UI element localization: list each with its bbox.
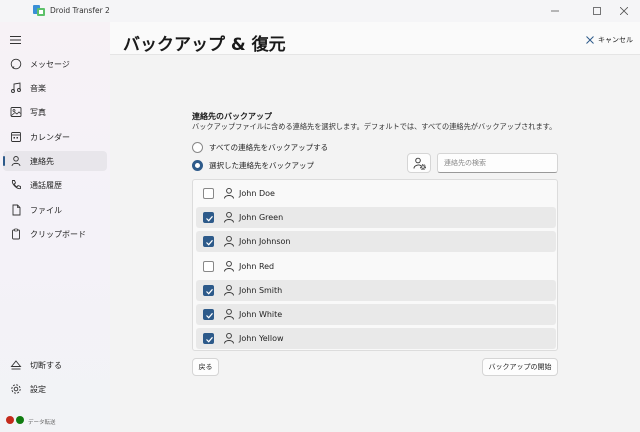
sidebar-item-calendar[interactable]: カレンダー (3, 127, 107, 147)
contact-row[interactable]: John Johnson (196, 231, 556, 252)
radio-button-selected[interactable] (192, 159, 203, 171)
status-dot-green (16, 416, 24, 424)
active-indicator (3, 156, 5, 166)
status-label: データ転送 (28, 420, 56, 426)
contact-name: John Red (239, 262, 275, 271)
minimize-button[interactable] (542, 0, 568, 22)
calendar-icon (11, 132, 21, 142)
sidebar-item-disconnect[interactable]: 切断する (3, 355, 107, 375)
checkmark-icon (206, 312, 213, 319)
contact-checkbox-checked[interactable] (203, 236, 214, 247)
person-icon (224, 211, 234, 223)
phone-icon (11, 180, 21, 190)
radio-backup-selected[interactable]: 選択した連絡先をバックアップ (192, 159, 314, 171)
page-title: バックアップ & 復元 (123, 35, 286, 55)
sidebar-item-label: カレンダー (30, 133, 70, 142)
close-icon (620, 7, 628, 15)
photo-icon (10, 107, 22, 117)
contact-name: John Smith (239, 286, 283, 295)
contact-row[interactable]: John Green (196, 207, 556, 228)
sidebar-item-label: ファイル (30, 206, 62, 215)
sidebar-item-label: 音楽 (30, 84, 46, 93)
hamburger-menu-icon[interactable] (10, 36, 21, 44)
sidebar-item-settings[interactable]: 設定 (3, 379, 107, 399)
contact-checkbox-checked[interactable] (203, 285, 214, 296)
contact-search-input[interactable] (437, 153, 558, 173)
contact-row[interactable]: John Doe (196, 183, 556, 204)
contact-checkbox-checked[interactable] (203, 333, 214, 344)
minimize-icon (551, 10, 559, 12)
sidebar-item-files[interactable]: ファイル (3, 200, 107, 220)
app-logo-icon (33, 5, 45, 16)
status-dot-red (6, 416, 14, 424)
sidebar-item-label: メッセージ (30, 60, 70, 69)
sidebar-item-label: 切断する (30, 361, 62, 370)
radio-label: 選択した連絡先をバックアップ (209, 160, 314, 170)
sidebar-item-music[interactable]: 音楽 (3, 78, 107, 98)
main-content: バックアップ & 復元 キャンセル 連絡先のバックアップ バックアップファイルに… (110, 22, 640, 432)
person-icon (224, 187, 234, 199)
maximize-icon (593, 7, 601, 15)
section-title: 連絡先のバックアップ (192, 112, 272, 121)
contact-checkbox[interactable] (203, 188, 214, 199)
music-icon (11, 82, 21, 93)
person-settings-icon (413, 157, 426, 170)
maximize-button[interactable] (584, 0, 610, 22)
gear-icon (11, 384, 21, 394)
contacts-icon (11, 156, 21, 167)
sidebar-item-label: 設定 (30, 385, 46, 394)
checkmark-icon (206, 215, 213, 222)
checkmark-icon (206, 288, 213, 295)
eject-icon (10, 360, 22, 370)
section-description: バックアップファイルに含める連絡先を選択します。デフォルトでは、すべての連絡先が… (192, 122, 557, 131)
contact-name: John White (239, 310, 283, 319)
contact-name: John Doe (239, 189, 275, 198)
contact-name: John Green (239, 213, 284, 222)
message-icon (10, 58, 22, 70)
sidebar-item-label: 写真 (30, 108, 46, 117)
contact-checkbox-checked[interactable] (203, 212, 214, 223)
sidebar-item-messages[interactable]: メッセージ (3, 54, 107, 74)
sidebar-item-label: 連絡先 (30, 157, 54, 166)
contact-row[interactable]: John Red (196, 256, 556, 277)
person-icon (224, 260, 234, 272)
contact-checkbox-checked[interactable] (203, 309, 214, 320)
contact-name: John Johnson (239, 237, 291, 246)
person-icon (224, 235, 234, 247)
sidebar: メッセージ 音楽 写真 カレンダー 連絡先 通話履歴 ファイル クリップボード … (0, 22, 110, 432)
sidebar-item-label: 通話履歴 (30, 181, 62, 190)
clipboard-icon (12, 228, 20, 240)
person-icon (224, 332, 234, 344)
contact-row[interactable]: John Smith (196, 280, 556, 301)
contact-name: John Yellow (239, 334, 284, 343)
radio-button[interactable] (192, 141, 203, 153)
sidebar-item-contacts[interactable]: 連絡先 (3, 151, 107, 171)
close-window-button[interactable] (611, 0, 637, 22)
sidebar-item-label: クリップボード (30, 230, 86, 239)
sidebar-item-photos[interactable]: 写真 (3, 102, 107, 122)
sidebar-item-call-history[interactable]: 通話履歴 (3, 175, 107, 195)
app-title: Droid Transfer 2 (50, 6, 110, 15)
page-header: バックアップ & 復元 キャンセル (110, 22, 640, 55)
checkmark-icon (206, 336, 213, 343)
checkmark-icon (206, 239, 213, 246)
sidebar-item-clipboard[interactable]: クリップボード (3, 224, 107, 244)
cancel-button[interactable]: キャンセル (586, 34, 633, 46)
title-bar: Droid Transfer 2 (0, 0, 640, 22)
contact-list: John Doe John Green John Johnson John Re… (192, 179, 558, 351)
person-icon (224, 308, 234, 320)
radio-label: すべての連絡先をバックアップする (209, 142, 329, 152)
radio-backup-all[interactable]: すべての連絡先をバックアップする (192, 141, 328, 153)
person-icon (224, 284, 234, 296)
file-icon (12, 204, 21, 216)
contact-checkbox[interactable] (203, 261, 214, 272)
connection-status (6, 416, 24, 424)
cancel-label: キャンセル (598, 36, 633, 44)
back-button[interactable]: 戻る (192, 358, 219, 376)
contact-row[interactable]: John Yellow (196, 328, 556, 349)
contact-settings-button[interactable] (407, 153, 431, 173)
contact-row[interactable]: John White (196, 304, 556, 325)
start-backup-button[interactable]: バックアップの開始 (482, 358, 558, 376)
close-icon (586, 36, 594, 44)
